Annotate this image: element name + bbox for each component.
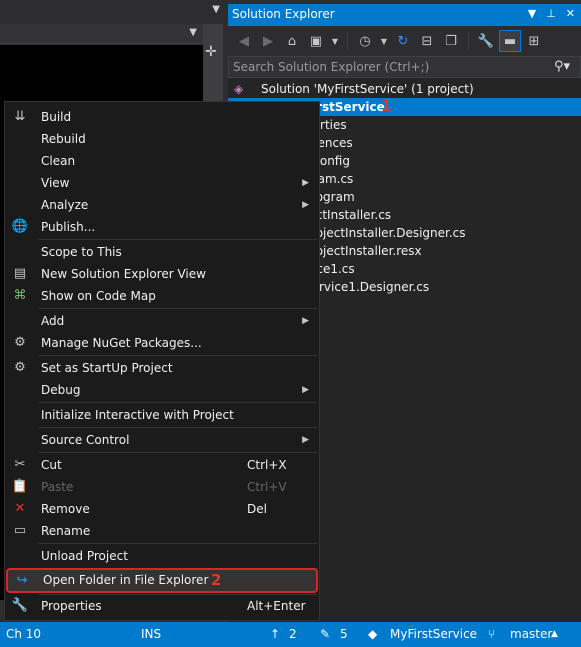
submenu-arrow-icon: ▶ [302,385,309,395]
tree-item-solution[interactable]: ◈ Solution 'MyFirstService' (1 project) [228,80,581,98]
menu-item-open-folder-in-file-explorer[interactable]: ↪ Open Folder in File Explorer 2 [6,568,318,593]
step-badge-1: 1 [381,97,392,115]
pending-changes-count[interactable]: 5 [340,627,348,641]
split-editor-icon[interactable]: ✛ [205,44,217,60]
menu-item-new-solution-explorer-view[interactable]: ▤ New Solution Explorer View [5,263,319,285]
sync-icon[interactable]: ↻ [393,31,413,51]
menu-item-show-on-code-map[interactable]: ⌘ Show on Code Map [5,285,319,307]
menu-separator [39,308,317,309]
menu-separator [39,402,317,403]
search-placeholder: Search Solution Explorer (Ctrl+;) [233,60,430,74]
menu-item-publish[interactable]: 🌐 Publish... [5,216,319,238]
gear-icon: ⚙ [14,360,26,375]
menu-item-scope-to-this[interactable]: Scope to This [5,241,319,263]
chevron-down-icon[interactable]: ▼ [379,31,389,51]
menu-item-manage-nuget[interactable]: ⚙ Manage NuGet Packages... [5,332,319,354]
column-indicator: Ch 10 [6,627,42,641]
menu-item-build[interactable]: ⇊ Build [5,106,319,128]
open-folder-icon: ↪ [16,573,28,588]
nuget-icon: ⚙ [14,335,26,350]
unpublished-commits-count[interactable]: 2 [289,627,297,641]
branch-name[interactable]: master [510,627,552,641]
class-diagram-icon[interactable]: ⊞ [524,31,544,51]
preview-selected-items-icon[interactable]: ▬ [499,30,521,52]
menu-item-add[interactable]: Add ▶ [5,310,319,332]
wrench-icon: 🔧 [11,598,29,613]
properties-wrench-icon[interactable]: 🔧 [476,31,496,51]
menu-item-clean[interactable]: Clean [5,150,319,172]
chevron-down-icon[interactable]: ▼ [330,31,340,51]
menu-separator [39,427,317,428]
status-bar: Ch 10 INS ↑ 2 ✎ 5 ◆ MyFirstService ⑂ mas… [0,622,581,647]
build-icon: ⇊ [14,109,26,124]
menu-separator [39,355,317,356]
search-icon[interactable]: ⚲▾ [554,59,570,74]
caret-up-icon[interactable]: ▲ [551,629,558,639]
menu-item-analyze[interactable]: Analyze ▶ [5,194,319,216]
submenu-arrow-icon: ▶ [302,316,309,326]
project-context-menu: ⇊ Build Rebuild Clean View ▶ Analyze ▶ 🌐… [4,101,320,621]
solution-explorer-toolbar: ◀ ▶ ⌂ ▣ ▼ ◷ ▼ ↻ ⊟ ❐ 🔧 ▬ ⊞ [228,26,581,56]
menu-separator [39,452,317,453]
pending-changes-pencil-icon[interactable]: ✎ [320,627,330,641]
menu-item-properties[interactable]: 🔧 Properties Alt+Enter [5,595,319,617]
step-badge-2: 2 [211,571,222,589]
menu-item-initialize-interactive[interactable]: Initialize Interactive with Project [5,404,319,426]
menu-item-debug[interactable]: Debug ▶ [5,379,319,401]
menu-separator [39,543,317,544]
solution-icon: ◈ [234,82,244,96]
menu-item-rename[interactable]: ▭ Rename [5,520,319,542]
menu-item-unload-project[interactable]: Unload Project [5,545,319,567]
menu-item-cut[interactable]: ✂ Cut Ctrl+X [5,454,319,476]
window-position-dropdown-icon[interactable]: ▼ [528,7,536,20]
menu-item-set-startup[interactable]: ⚙ Set as StartUp Project [5,357,319,379]
menu-separator [39,239,317,240]
forward-icon[interactable]: ▶ [258,31,278,51]
new-view-icon: ▤ [13,266,27,281]
chevron-down-icon[interactable]: ▼ [189,27,197,38]
menu-item-paste: 📋 Paste Ctrl+V [5,476,319,498]
menu-item-remove[interactable]: ✕ Remove Del [5,498,319,520]
submenu-arrow-icon: ▶ [302,178,309,188]
submenu-arrow-icon: ▶ [302,435,309,445]
back-icon[interactable]: ◀ [234,31,254,51]
home-icon[interactable]: ⌂ [282,31,302,51]
submenu-arrow-icon: ▶ [302,200,309,210]
unpublished-commits-arrow-up-icon[interactable]: ↑ [270,627,280,641]
scissors-icon: ✂ [14,457,26,472]
menu-item-rebuild[interactable]: Rebuild [5,128,319,150]
show-all-files-icon[interactable]: ❐ [441,31,461,51]
search-input[interactable]: Search Solution Explorer (Ctrl+;) ⚲▾ [228,56,581,78]
menu-item-source-control[interactable]: Source Control ▶ [5,429,319,451]
paste-icon: 📋 [11,479,29,494]
editor-navigation-bar[interactable]: ▼ [0,24,203,44]
code-map-icon: ⌘ [13,288,27,303]
rename-icon: ▭ [13,523,27,538]
insert-mode-indicator: INS [141,627,162,641]
panel-title: Solution Explorer [232,7,335,21]
tab-list-dropdown-icon[interactable]: ▼ [212,4,220,15]
collapse-all-icon[interactable]: ⊟ [417,31,437,51]
repository-diamond-icon[interactable]: ◆ [368,627,377,641]
solution-explorer-titlebar: Solution Explorer ▼ ⊥ ✕ [228,4,581,26]
globe-icon: 🌐 [11,219,29,234]
repository-name[interactable]: MyFirstService [390,627,477,641]
close-icon[interactable]: ✕ [566,7,575,20]
pending-changes-filter-icon[interactable]: ◷ [355,31,375,51]
switch-views-icon[interactable]: ▣ [306,31,326,51]
remove-icon: ✕ [14,501,26,516]
pin-icon[interactable]: ⊥ [546,7,556,20]
branch-icon[interactable]: ⑂ [488,627,495,641]
editor-tab-bar: ▼ [0,0,226,24]
menu-item-view[interactable]: View ▶ [5,172,319,194]
